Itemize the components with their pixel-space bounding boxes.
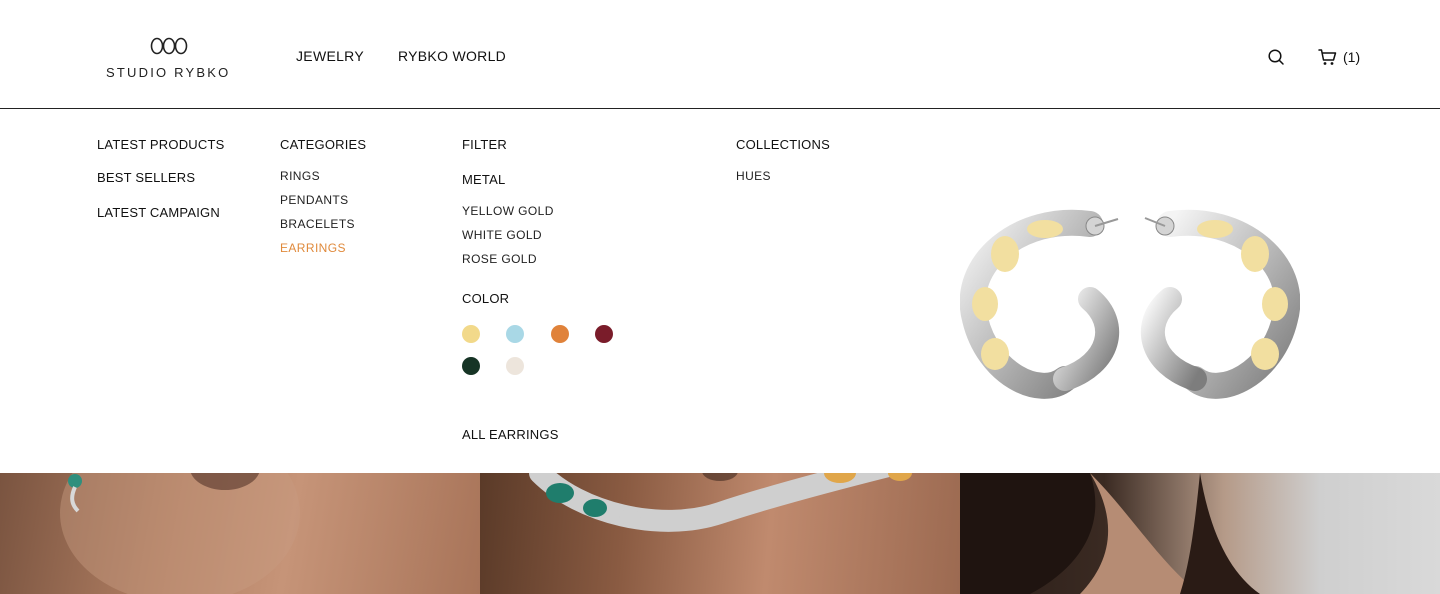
campaign-photo-ear[interactable] bbox=[0, 473, 480, 594]
metal-heading: METAL bbox=[462, 172, 506, 187]
category-rings[interactable]: RINGS bbox=[280, 169, 320, 183]
earring-detail-image bbox=[60, 473, 300, 594]
category-pendants[interactable]: PENDANTS bbox=[280, 193, 349, 207]
menu-latest-campaign[interactable]: LATEST CAMPAIGN bbox=[97, 205, 220, 220]
filter-heading: FILTER bbox=[462, 137, 508, 152]
collection-hues[interactable]: HUES bbox=[736, 169, 771, 183]
campaign-photo-strip bbox=[0, 473, 1440, 594]
bracelet-detail-image bbox=[529, 473, 912, 532]
earrings-product-image[interactable] bbox=[960, 204, 1300, 404]
logo-mark-icon bbox=[150, 37, 188, 55]
all-earrings-link[interactable]: ALL EARRINGS bbox=[462, 427, 559, 442]
collections-heading: COLLECTIONS bbox=[736, 137, 830, 152]
search-icon[interactable] bbox=[1267, 48, 1285, 66]
mega-menu: LATEST PRODUCTS BEST SELLERS LATEST CAMP… bbox=[0, 109, 1440, 473]
category-bracelets[interactable]: BRACELETS bbox=[280, 217, 355, 231]
nav-rybko-world[interactable]: RYBKO WORLD bbox=[398, 48, 506, 64]
nav-jewelry[interactable]: JEWELRY bbox=[296, 48, 364, 64]
color-swatch[interactable] bbox=[462, 357, 480, 375]
category-earrings[interactable]: EARRINGS bbox=[280, 241, 346, 255]
campaign-photo-bracelet[interactable] bbox=[480, 473, 960, 594]
menu-best-sellers[interactable]: BEST SELLERS bbox=[97, 170, 195, 185]
metal-white-gold[interactable]: WHITE GOLD bbox=[462, 228, 542, 242]
campaign-photo-hair[interactable] bbox=[960, 473, 1440, 594]
cart-icon bbox=[1318, 49, 1337, 65]
categories-heading: CATEGORIES bbox=[280, 137, 367, 152]
cart-button[interactable]: (1) bbox=[1318, 47, 1360, 67]
metal-yellow-gold[interactable]: YELLOW GOLD bbox=[462, 204, 554, 218]
color-swatch[interactable] bbox=[506, 325, 524, 343]
color-swatch[interactable] bbox=[595, 325, 613, 343]
color-swatch[interactable] bbox=[551, 325, 569, 343]
color-swatch[interactable] bbox=[462, 325, 480, 343]
color-swatch[interactable] bbox=[506, 357, 524, 375]
metal-rose-gold[interactable]: ROSE GOLD bbox=[462, 252, 537, 266]
site-header: STUDIO RYBKO JEWELRY RYBKO WORLD (1) bbox=[0, 0, 1440, 109]
portrait-detail-image bbox=[960, 473, 1260, 594]
cart-count: (1) bbox=[1343, 49, 1361, 65]
logo-text: STUDIO RYBKO bbox=[106, 65, 231, 80]
menu-latest-products[interactable]: LATEST PRODUCTS bbox=[97, 137, 224, 152]
color-heading: COLOR bbox=[462, 291, 510, 306]
logo[interactable]: STUDIO RYBKO bbox=[106, 36, 236, 80]
